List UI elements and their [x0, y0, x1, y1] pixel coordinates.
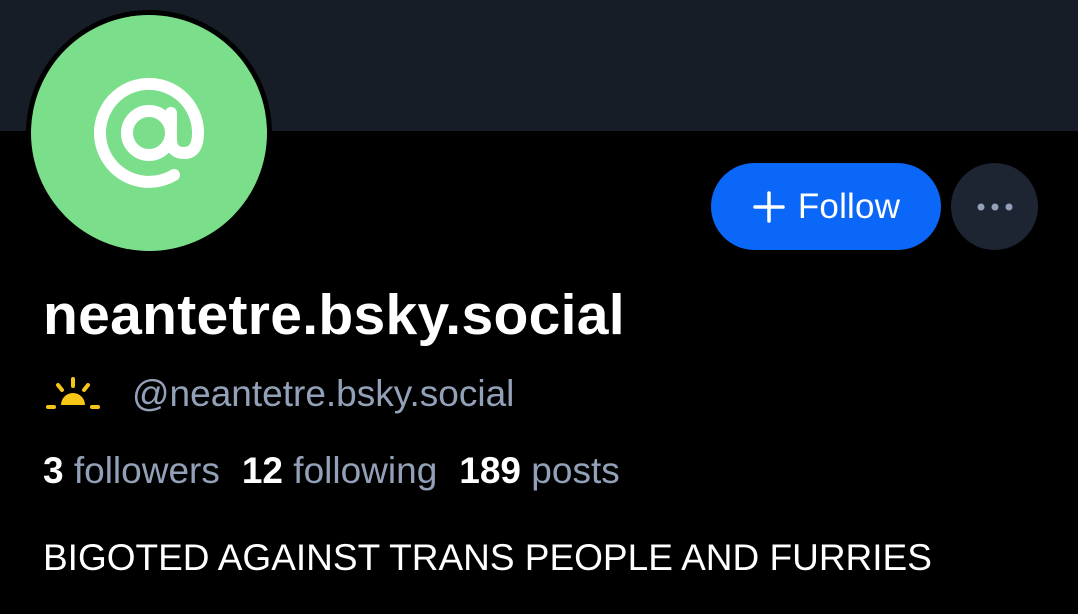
avatar-image — [31, 15, 267, 251]
profile-handle: @neantetre.bsky.social — [132, 373, 515, 414]
following-label: following — [293, 450, 438, 491]
plus-icon — [753, 190, 785, 223]
ellipsis-icon — [977, 203, 1012, 210]
followers-count: 3 — [43, 450, 64, 491]
followers-label: followers — [73, 450, 220, 491]
posts-count: 189 — [459, 450, 522, 491]
sunrise-icon — [46, 377, 100, 409]
following-stat[interactable]: 12 following — [242, 450, 437, 492]
profile-page: Follow neantetre.bsky.social @neantetre.… — [0, 0, 1078, 614]
profile-bio: BIGOTED AGAINST TRANS PEOPLE AND FURRIES — [43, 537, 932, 578]
display-name: neantetre.bsky.social — [43, 283, 625, 347]
follow-button-label: Follow — [797, 186, 901, 226]
posts-stat: 189 posts — [459, 450, 619, 492]
handle-row: @neantetre.bsky.social — [44, 368, 514, 420]
profile-stats: 3 followers 12 following 189 posts — [43, 450, 620, 492]
follow-button[interactable]: Follow — [711, 163, 941, 250]
followers-stat[interactable]: 3 followers — [43, 450, 220, 492]
at-sign-icon — [94, 77, 205, 188]
more-options-button[interactable] — [951, 163, 1038, 250]
following-count: 12 — [241, 450, 284, 491]
avatar[interactable] — [26, 10, 272, 256]
posts-label: posts — [531, 450, 620, 491]
